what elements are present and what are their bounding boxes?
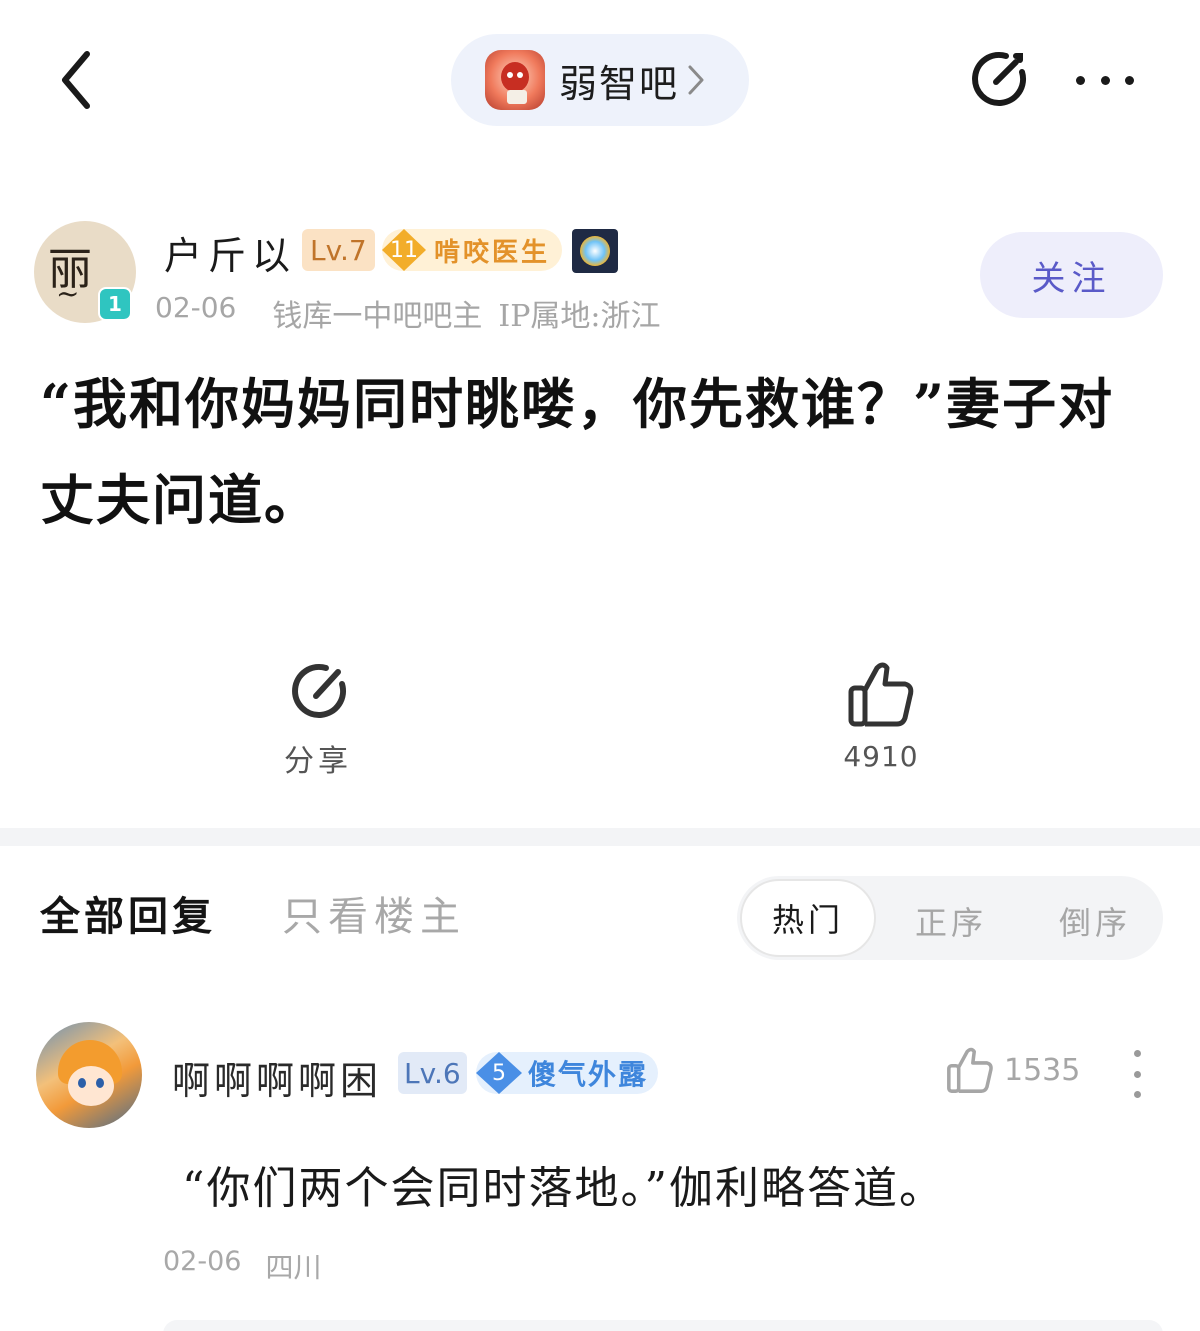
more-dot-icon [1133,1050,1141,1057]
reply-tabs: 全部回复 只看楼主 热门 正序 倒序 [0,870,1200,970]
share-icon [292,663,347,718]
sort-asc-button[interactable]: 正序 [915,898,987,944]
title-badge-text: 啃咬医生 [434,237,551,268]
reply-item: 啊啊啊啊困 Lv.6 5 傻气外露 1535 “你们两个会同时落地。”伽利略答道… [0,1020,1200,1331]
reply-meta: 02-06 四川 [163,1246,321,1286]
author-role: 钱库一中吧吧主 [272,299,483,334]
level-badge: Lv.7 [302,229,375,271]
reply-more-button[interactable] [1124,1050,1150,1098]
ip-location: IP属地:浙江 [498,299,661,334]
like-action-button[interactable]: 4910 [821,660,941,773]
more-dot-icon [1100,75,1110,85]
title-badge-number: 11 [382,229,426,271]
medal-icon [572,229,618,273]
post-content: “我和你妈妈同时眺喽，你先救谁？”妻子对丈夫问道。 [40,372,1115,532]
author-level-badge: 1 [98,287,132,321]
reply-title-badge: 5 傻气外露 [476,1052,658,1094]
section-divider [0,828,1200,846]
tab-all-replies[interactable]: 全部回复 [40,884,216,942]
more-dot-icon [1133,1070,1141,1078]
reply-title-badge-text: 傻气外露 [528,1058,649,1091]
thumbs-up-icon [848,662,914,727]
reply-content: “你们两个会同时落地。”伽利略答道。 [182,1163,945,1214]
sort-desc-button[interactable]: 倒序 [1059,898,1131,944]
reply-avatar[interactable] [36,1022,142,1128]
post-date: 02-06 [155,291,237,324]
like-count: 4910 [843,740,919,773]
forum-avatar [485,50,545,110]
back-button[interactable] [46,44,106,116]
reply-level-badge: Lv.6 [398,1052,467,1094]
more-dot-icon [1076,75,1085,85]
author-name[interactable]: 户斤以 [164,225,296,280]
forum-entry-button[interactable]: 弱智吧 [451,34,749,126]
follow-button[interactable]: 关注 [980,232,1163,318]
tab-owner-only[interactable]: 只看楼主 [282,884,466,942]
chevron-right-icon [687,64,705,96]
reply-author-name[interactable]: 啊啊啊啊困 [172,1050,382,1105]
share-icon [972,51,1027,106]
avatar-stroke: ~ [56,277,80,310]
sub-reply-box[interactable] [163,1320,1163,1331]
reply-title-badge-number: 5 [476,1052,522,1094]
more-dot-icon [1125,75,1134,85]
reply-date: 02-06 [163,1246,242,1277]
more-options-button[interactable] [1070,60,1140,100]
thumbs-up-icon [947,1047,993,1093]
share-action-button[interactable]: 分享 [258,660,378,780]
forum-name: 弱智吧 [559,61,680,106]
share-button[interactable] [966,48,1030,112]
chevron-left-icon [62,51,90,109]
author-meta: 02-06 钱库一中吧吧主 IP属地:浙江 [155,291,661,335]
sort-toggle: 热门 正序 倒序 [737,876,1163,960]
reply-location: 四川 [265,1251,322,1284]
post-author: 丽 ~ 1 户斤以 Lv.7 11 啃咬医生 02-06 钱库一中吧吧主 IP属… [0,215,1200,335]
share-label: 分享 [284,744,352,779]
title-badge: 11 啃咬医生 [382,229,562,271]
top-bar: 弱智吧 [0,0,1200,160]
reply-like-button[interactable]: 1535 [946,1046,1080,1094]
reply-like-count: 1535 [1004,1052,1081,1088]
more-dot-icon [1133,1091,1141,1098]
sort-hot-button[interactable]: 热门 [740,879,876,957]
